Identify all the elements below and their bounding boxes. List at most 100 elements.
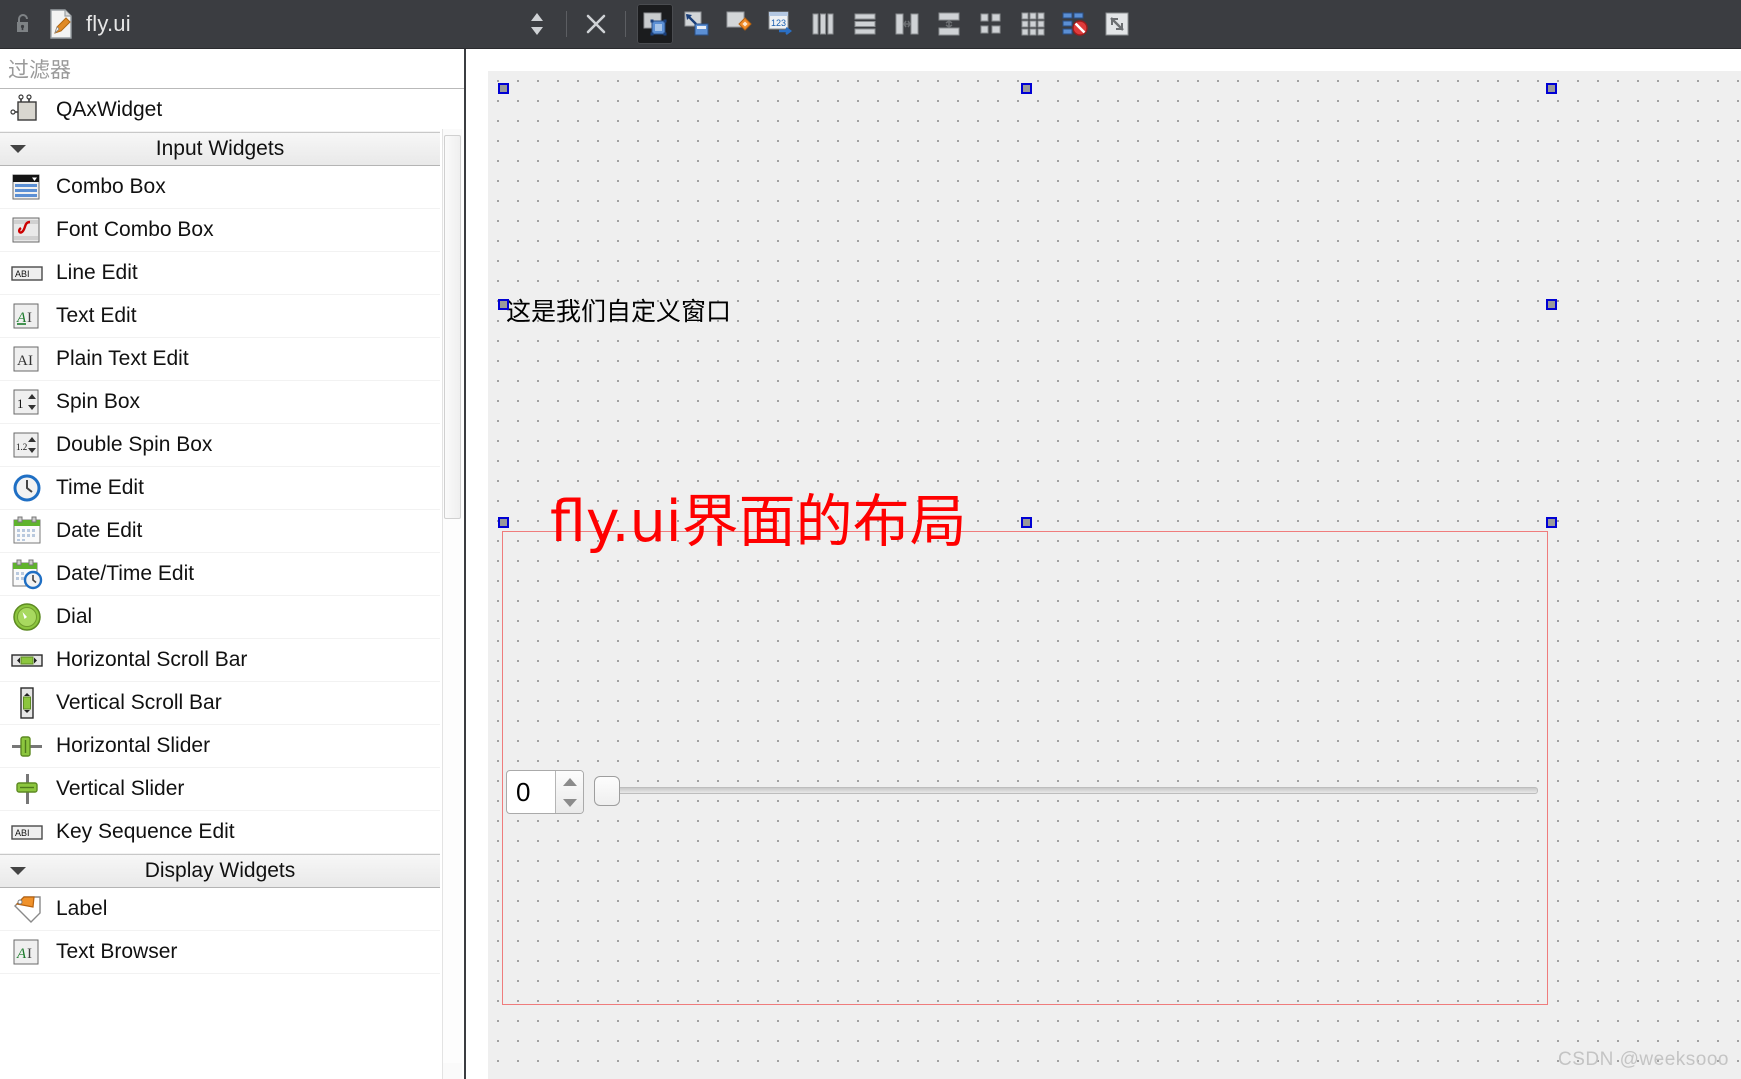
sidebar-scrollbar[interactable] bbox=[442, 129, 462, 1079]
dial-icon bbox=[10, 600, 44, 634]
slider-groove[interactable] bbox=[594, 787, 1538, 794]
widget-list-scroll-area: QAxWidget Input Widgets bbox=[0, 89, 464, 1079]
list-item-label: Font Combo Box bbox=[56, 218, 214, 242]
edit-tab-order-icon[interactable]: 123 bbox=[763, 4, 799, 44]
qaxwidget-icon bbox=[10, 93, 44, 127]
list-item-label: Combo Box bbox=[56, 175, 166, 199]
list-item-dial[interactable]: Dial bbox=[0, 596, 440, 639]
qt-designer-window: fly.ui bbox=[0, 0, 1741, 1079]
selection-handle-bottom-center[interactable] bbox=[1021, 517, 1032, 528]
list-item-combo-box[interactable]: Combo Box bbox=[0, 166, 440, 209]
filter-placeholder: 过滤器 bbox=[8, 54, 71, 84]
svg-text:I: I bbox=[28, 353, 33, 369]
layout-frame[interactable] bbox=[502, 531, 1548, 1005]
textbrowser-icon: A I bbox=[10, 935, 44, 969]
layout-horizontally-icon[interactable] bbox=[805, 4, 841, 44]
label-custom-window[interactable]: 这是我们自定义窗口 bbox=[506, 292, 731, 328]
doublespinbox-icon: 1.2 bbox=[10, 428, 44, 462]
list-item-label: Date Edit bbox=[56, 519, 142, 543]
selection-handle-top-right[interactable] bbox=[1546, 83, 1557, 94]
toolbar-separator bbox=[625, 11, 626, 37]
group-header-input-widgets[interactable]: Input Widgets bbox=[0, 132, 440, 166]
list-item-horizontal-scroll-bar[interactable]: Horizontal Scroll Bar bbox=[0, 639, 440, 682]
edit-document-icon[interactable] bbox=[46, 8, 76, 40]
toolbar-separator bbox=[566, 11, 567, 37]
list-item-horizontal-slider[interactable]: Horizontal Slider bbox=[0, 725, 440, 768]
svg-text:ABI: ABI bbox=[15, 828, 30, 838]
list-item-label: Time Edit bbox=[56, 476, 144, 500]
spinbox-value[interactable]: 0 bbox=[507, 771, 555, 813]
spinbox-buttons[interactable] bbox=[555, 771, 583, 813]
selection-handle-top-left[interactable] bbox=[498, 83, 509, 94]
selection-handle-middle-left[interactable] bbox=[498, 299, 509, 310]
list-item-label-widget[interactable]: Label bbox=[0, 888, 440, 931]
layout-hsplitter-icon[interactable] bbox=[889, 4, 925, 44]
dock-updown-icon[interactable] bbox=[519, 4, 555, 44]
spinbox-down-arrow-icon[interactable] bbox=[563, 799, 577, 807]
label-icon bbox=[10, 892, 44, 926]
form-canvas[interactable]: 这是我们自定义窗口 fly.ui界面的布局 0 bbox=[488, 71, 1741, 1079]
svg-text:1: 1 bbox=[17, 396, 24, 411]
scroll-down-arrow[interactable] bbox=[443, 1063, 462, 1079]
widget-filter-field[interactable]: 过滤器 bbox=[0, 49, 464, 89]
list-item-plain-text-edit[interactable]: A I Plain Text Edit bbox=[0, 338, 440, 381]
list-item-vertical-slider[interactable]: Vertical Slider bbox=[0, 768, 440, 811]
dateedit-icon bbox=[10, 514, 44, 548]
fontcombobox-icon bbox=[10, 213, 44, 247]
unlock-icon[interactable] bbox=[10, 11, 36, 37]
list-item-text-edit[interactable]: A I Text Edit bbox=[0, 295, 440, 338]
list-item-date-time-edit[interactable]: Date/Time Edit bbox=[0, 553, 440, 596]
plaintextedit-icon: A I bbox=[10, 342, 44, 376]
list-item-label: Vertical Slider bbox=[56, 777, 184, 801]
adjust-size-icon[interactable] bbox=[1099, 4, 1135, 44]
list-item-text-browser[interactable]: A I Text Browser bbox=[0, 931, 440, 974]
selection-handle-top-center[interactable] bbox=[1021, 83, 1032, 94]
hscrollbar-icon bbox=[10, 643, 44, 677]
list-item-date-edit[interactable]: Date Edit bbox=[0, 510, 440, 553]
datetimeedit-icon bbox=[10, 557, 44, 591]
spinbox-up-arrow-icon[interactable] bbox=[563, 778, 577, 786]
list-item-key-sequence-edit[interactable]: ABI Key Sequence Edit bbox=[0, 811, 440, 854]
slider-handle[interactable] bbox=[594, 776, 620, 806]
list-item-vertical-scroll-bar[interactable]: Vertical Scroll Bar bbox=[0, 682, 440, 725]
list-item-line-edit[interactable]: ABI Line Edit bbox=[0, 252, 440, 295]
layout-vsplitter-icon[interactable] bbox=[931, 4, 967, 44]
list-item-label: Horizontal Scroll Bar bbox=[56, 648, 247, 672]
horizontal-slider-widget[interactable] bbox=[594, 776, 1538, 806]
svg-text:123: 123 bbox=[771, 18, 786, 28]
selection-handle-bottom-right[interactable] bbox=[1546, 517, 1557, 528]
group-header-display-widgets[interactable]: Display Widgets bbox=[0, 854, 440, 888]
edit-widgets-icon[interactable] bbox=[637, 4, 673, 44]
list-item-time-edit[interactable]: Time Edit bbox=[0, 467, 440, 510]
list-item-label: Label bbox=[56, 897, 107, 921]
list-item-label: Text Edit bbox=[56, 304, 137, 328]
layout-vertically-icon[interactable] bbox=[847, 4, 883, 44]
list-item-font-combo-box[interactable]: Font Combo Box bbox=[0, 209, 440, 252]
title-toolbar: fly.ui bbox=[0, 0, 1741, 49]
svg-text:I: I bbox=[27, 310, 32, 326]
timeedit-icon bbox=[10, 471, 44, 505]
toolbar-icons: 123 bbox=[516, 0, 1138, 48]
list-item-qaxwidget[interactable]: QAxWidget bbox=[0, 89, 440, 132]
selection-handle-middle-right[interactable] bbox=[1546, 299, 1557, 310]
scrollbar-thumb[interactable] bbox=[444, 135, 461, 519]
textedit-icon: A I bbox=[10, 299, 44, 333]
spinbox-widget[interactable]: 0 bbox=[506, 770, 584, 814]
list-item-label: Line Edit bbox=[56, 261, 138, 285]
layout-form-icon[interactable] bbox=[973, 4, 1009, 44]
close-icon[interactable] bbox=[578, 4, 614, 44]
break-layout-icon[interactable] bbox=[1057, 4, 1093, 44]
layout-grid-icon[interactable] bbox=[1015, 4, 1051, 44]
svg-text:A: A bbox=[17, 353, 28, 369]
edit-buddies-icon[interactable] bbox=[721, 4, 757, 44]
form-editor-area: 这是我们自定义窗口 fly.ui界面的布局 0 bbox=[466, 49, 1741, 1079]
list-item-spin-box[interactable]: 1 Spin Box bbox=[0, 381, 440, 424]
window-title-area: fly.ui bbox=[0, 0, 516, 48]
list-item-label: Double Spin Box bbox=[56, 433, 212, 457]
edit-signals-slots-icon[interactable] bbox=[679, 4, 715, 44]
list-item-double-spin-box[interactable]: 1.2 Double Spin Box bbox=[0, 424, 440, 467]
vslider-icon bbox=[10, 772, 44, 806]
selection-handle-bottom-left[interactable] bbox=[498, 517, 509, 528]
label-title-red[interactable]: fly.ui界面的布局 bbox=[550, 476, 967, 558]
spinbox-icon: 1 bbox=[10, 385, 44, 419]
